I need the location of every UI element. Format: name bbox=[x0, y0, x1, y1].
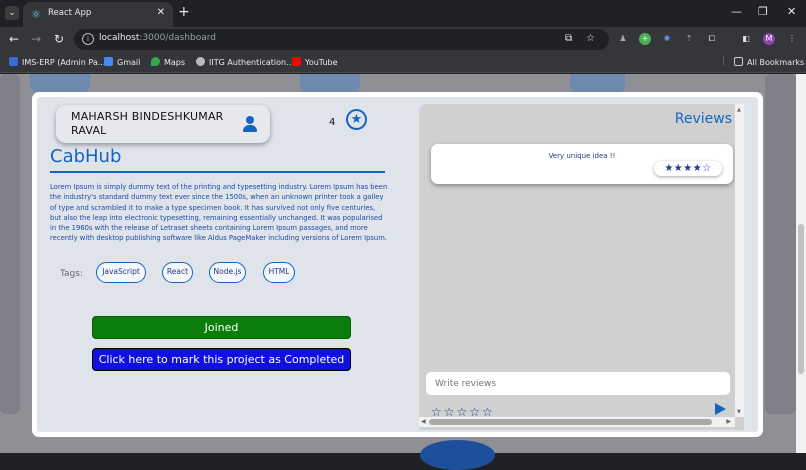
bookmark-maps[interactable]: Maps bbox=[151, 57, 185, 67]
user-icon bbox=[243, 116, 257, 132]
project-modal-body: MAHARSH BINDESHKUMAR RAVAL 4 ★ CabHub Lo… bbox=[37, 97, 758, 432]
joined-button[interactable]: Joined bbox=[92, 316, 351, 339]
scroll-down-arrow-icon[interactable]: ▼ bbox=[737, 409, 741, 415]
forward-icon[interactable]: → bbox=[31, 32, 41, 46]
reviews-horizontal-scroll-thumb[interactable] bbox=[429, 419, 712, 425]
project-description: Lorem Ipsum is simply dummy text of the … bbox=[50, 183, 388, 243]
background-thumbnail bbox=[30, 74, 90, 92]
close-tab-icon[interactable]: ✕ bbox=[157, 7, 165, 18]
send-review-icon[interactable] bbox=[713, 402, 727, 417]
new-tab-icon[interactable]: + bbox=[178, 4, 190, 20]
review-card: Very unique idea !! ★★★★☆ bbox=[431, 144, 733, 184]
url-text: localhost:3000/dashboard bbox=[99, 33, 216, 43]
background-decoration bbox=[420, 440, 495, 470]
page-scroll-thumb[interactable] bbox=[798, 224, 804, 374]
review-rating-stars: ★★★★☆ bbox=[654, 161, 722, 176]
tag-javascript[interactable]: JavaScript bbox=[96, 262, 146, 283]
side-panel-icon[interactable]: ◧ bbox=[740, 33, 752, 45]
tags-label: Tags: bbox=[60, 269, 83, 279]
browser-tab[interactable]: ⚛ React App ✕ bbox=[23, 2, 173, 27]
browser-toolbar: ← → ↻ i localhost:3000/dashboard ⧉ ☆ ♟ +… bbox=[0, 27, 806, 52]
scroll-right-arrow-icon[interactable]: ▶ bbox=[726, 418, 731, 425]
star-count: 4 bbox=[329, 117, 336, 128]
bookmarks-bar: IMS-ERP (Admin Pa... Gmail Maps IITG Aut… bbox=[0, 52, 806, 73]
tag-html[interactable]: HTML bbox=[263, 262, 295, 283]
owner-name: MAHARSH BINDESHKUMAR RAVAL bbox=[71, 110, 224, 137]
address-bar[interactable]: i localhost:3000/dashboard ⧉ ☆ bbox=[74, 29, 609, 50]
profile-avatar[interactable]: M bbox=[763, 33, 775, 45]
bookmark-ims-erp[interactable]: IMS-ERP (Admin Pa... bbox=[9, 57, 105, 67]
back-icon[interactable]: ← bbox=[9, 32, 19, 46]
owner-card[interactable]: MAHARSH BINDESHKUMAR RAVAL bbox=[56, 105, 270, 143]
reload-icon[interactable]: ↻ bbox=[54, 32, 64, 46]
reviews-title: Reviews bbox=[674, 111, 732, 127]
minimize-icon[interactable]: — bbox=[731, 5, 742, 18]
reviews-panel: Reviews Very unique idea !! ★★★★☆ ☆☆☆☆☆ bbox=[419, 104, 744, 430]
site-info-icon[interactable]: i bbox=[82, 33, 94, 45]
maps-icon bbox=[151, 57, 160, 66]
extension-grey-icon[interactable]: ⇡ bbox=[683, 33, 695, 45]
project-modal: MAHARSH BINDESHKUMAR RAVAL 4 ★ CabHub Lo… bbox=[32, 92, 763, 437]
tag-nodejs[interactable]: Node.js bbox=[209, 262, 246, 283]
folder-icon bbox=[734, 57, 743, 66]
menu-kebab-icon[interactable]: ⋮ bbox=[786, 33, 798, 45]
tab-title: React App bbox=[48, 8, 92, 18]
extensions-puzzle-icon[interactable]: ⧠ bbox=[706, 33, 718, 45]
all-bookmarks[interactable]: All Bookmarks bbox=[734, 57, 804, 67]
globe-icon bbox=[196, 57, 205, 66]
reviews-vertical-scrollbar[interactable]: ▲ ▼ bbox=[735, 104, 744, 417]
tab-search-icon[interactable]: ⌄ bbox=[5, 6, 19, 20]
bookmarks-divider: | bbox=[722, 55, 726, 66]
background-card bbox=[765, 74, 796, 414]
page-scrollbar[interactable] bbox=[796, 74, 806, 453]
browser-tab-strip: ⌄ ⚛ React App ✕ + — ❐ ✕ bbox=[0, 0, 806, 27]
title-divider bbox=[50, 171, 385, 173]
extension-green-icon[interactable]: + bbox=[639, 33, 651, 45]
restore-icon[interactable]: ❐ bbox=[758, 5, 768, 18]
mark-completed-button[interactable]: Click here to mark this project as Compl… bbox=[92, 348, 351, 371]
bookmark-gmail[interactable]: Gmail bbox=[104, 57, 140, 67]
extension-icon[interactable]: ♟ bbox=[617, 33, 629, 45]
bookmark-youtube[interactable]: YouTube bbox=[292, 57, 338, 67]
extension-blue-icon[interactable]: ✺ bbox=[661, 33, 673, 45]
close-window-icon[interactable]: ✕ bbox=[787, 5, 796, 18]
star-icon[interactable]: ★ bbox=[346, 109, 367, 130]
background-thumbnail bbox=[300, 74, 360, 92]
write-review-input[interactable] bbox=[426, 372, 730, 395]
react-logo-icon: ⚛ bbox=[31, 8, 41, 21]
review-text: Very unique idea !! bbox=[548, 152, 616, 160]
project-title: CabHub bbox=[50, 146, 122, 167]
scroll-left-arrow-icon[interactable]: ◀ bbox=[421, 418, 426, 425]
background-thumbnail bbox=[570, 74, 625, 92]
background-card bbox=[0, 74, 20, 414]
scroll-up-arrow-icon[interactable]: ▲ bbox=[737, 107, 741, 113]
bookmark-star-icon[interactable]: ☆ bbox=[586, 33, 595, 44]
reviews-horizontal-scrollbar[interactable]: ◀ ▶ bbox=[419, 417, 735, 427]
install-app-icon[interactable]: ⧉ bbox=[565, 33, 572, 44]
bookmark-iitg[interactable]: IITG Authentication... bbox=[196, 57, 294, 67]
tag-react[interactable]: React bbox=[162, 262, 193, 283]
gmail-icon bbox=[104, 57, 113, 66]
ims-erp-icon bbox=[9, 57, 18, 66]
youtube-icon bbox=[292, 57, 301, 66]
